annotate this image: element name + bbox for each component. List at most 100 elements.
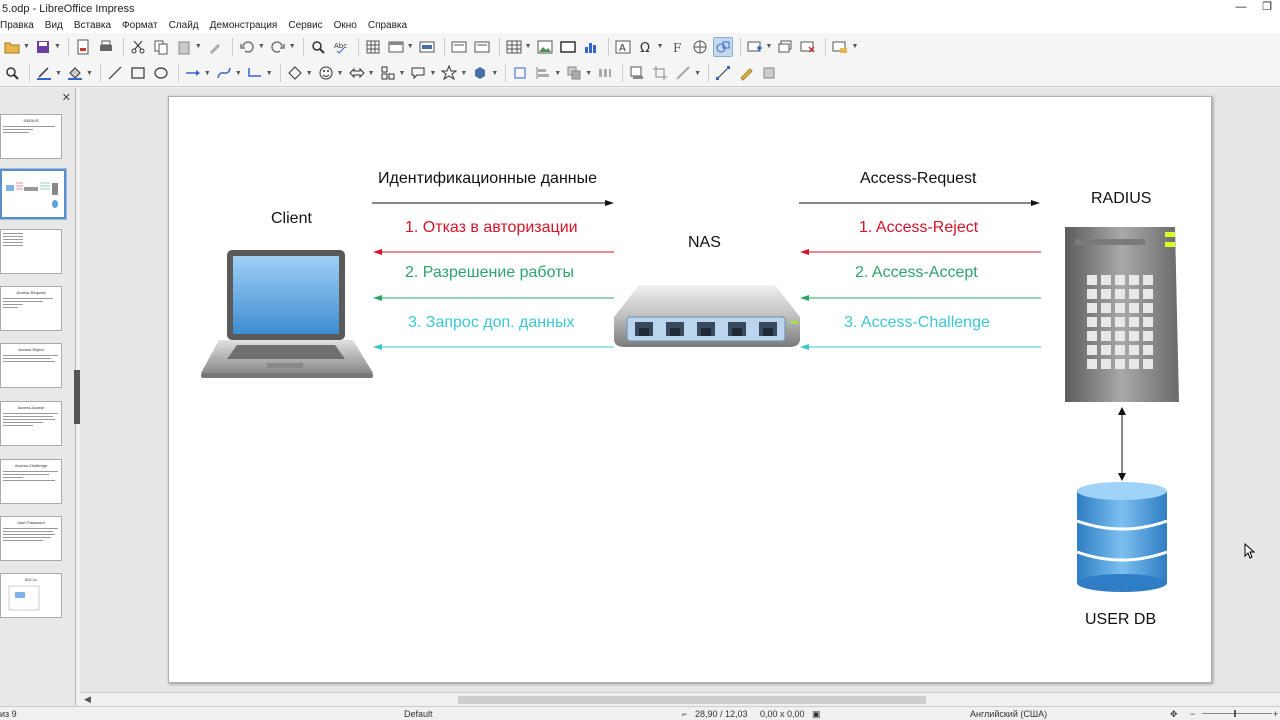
close-pane-icon[interactable]: ✕ [62,91,71,104]
3d-objects-icon[interactable] [470,63,490,83]
arrange-icon[interactable] [564,63,584,83]
duplicate-slide-icon[interactable] [472,37,492,57]
slide-thumbnail-1[interactable]: RADIUS [0,114,62,159]
slide-canvas[interactable]: Client NAS RADIUS USER DB Идентификацион… [168,96,1212,683]
right-top-message: Access-Request [860,170,977,187]
redo-icon[interactable] [268,37,288,57]
zoom-slider[interactable] [1202,713,1272,714]
slide-thumbnail-2[interactable] [0,168,67,220]
flowchart-icon[interactable] [378,63,398,83]
language-status[interactable]: Английский (США) [970,709,1047,719]
stars-icon[interactable] [439,63,459,83]
start-slideshow-icon[interactable] [745,37,765,57]
rectangle-tool-icon[interactable] [128,63,148,83]
new-slide-icon[interactable] [449,37,469,57]
fontwork-icon[interactable]: F [667,37,687,57]
show-draw-functions-icon[interactable] [712,36,733,57]
callout-icon[interactable] [408,63,428,83]
document-modified-icon[interactable]: ▣ [812,709,821,720]
copy-icon[interactable] [151,37,171,57]
slide-thumbnail-3[interactable] [0,229,62,274]
distribute-icon[interactable] [595,63,615,83]
menu-bar: Правка Вид Вставка Формат Слайд Демонстр… [0,17,1280,33]
zoom-slider-handle[interactable] [1234,710,1236,717]
textbox-icon[interactable]: A [613,37,633,57]
open-icon[interactable] [2,37,22,57]
find-replace-icon[interactable] [308,37,328,57]
glue-points-icon[interactable] [736,63,756,83]
save-icon[interactable] [33,37,53,57]
cut-icon[interactable] [128,37,148,57]
shadow-icon[interactable] [627,63,647,83]
spelling-icon[interactable]: Abc [331,37,351,57]
left-top-message: Идентификационные данные [378,170,598,187]
export-pdf-icon[interactable] [73,37,93,57]
display-views-icon[interactable] [386,37,406,57]
slide-count: из 9 [0,709,17,719]
media-icon[interactable] [558,37,578,57]
slide-thumbnail-4[interactable]: Access-Request [0,286,62,331]
master-slide-icon[interactable] [417,37,437,57]
curve-tool-icon[interactable] [214,63,234,83]
restore-button[interactable]: ❐ [1254,0,1280,15]
object-size: 0,00 x 0,00 [760,709,805,719]
toggle-extrusion-icon[interactable] [759,63,779,83]
slide-thumbnail-8[interactable]: User-Password [0,516,62,561]
slide-layout-name[interactable]: Default [404,709,433,719]
scrollbar-thumb[interactable] [458,696,926,704]
slide-thumbnail-7[interactable]: Access-Challenge [0,459,62,504]
zoom-out-icon[interactable]: − [1190,709,1195,719]
basic-shapes-icon[interactable] [285,63,305,83]
arrow-line-icon[interactable] [183,63,203,83]
router-icon [614,285,800,347]
menu-slideshow[interactable]: Демонстрация [210,20,278,31]
zoom-in-icon[interactable]: + [1273,709,1278,719]
slide-thumbnail-5[interactable]: Access-Reject [0,343,62,388]
rotate-icon[interactable] [510,63,530,83]
fit-slide-icon[interactable]: ✥ [1170,709,1178,720]
right-message-2: 2. Access-Accept [855,264,978,281]
slide-layout-icon[interactable] [830,37,850,57]
slide-thumbnail-9[interactable]: 802.1x [0,573,62,618]
connector-icon[interactable] [245,63,265,83]
right-message-1: 1. Access-Reject [859,219,979,236]
undo-icon[interactable] [237,37,257,57]
menu-insert[interactable]: Вставка [74,20,111,31]
menu-format[interactable]: Формат [122,20,158,31]
horizontal-scrollbar[interactable]: ◀ [80,692,1280,706]
fill-color-icon[interactable] [65,63,85,83]
paste-icon[interactable] [174,37,194,57]
menu-view[interactable]: Вид [45,20,63,31]
align-icon[interactable] [533,63,553,83]
menu-help[interactable]: Справка [368,20,407,31]
special-character-icon[interactable]: Ω [636,37,656,57]
clone-format-icon[interactable] [205,37,225,57]
nas-label: NAS [688,234,721,251]
menu-slide[interactable]: Слайд [169,20,199,31]
filter-icon[interactable] [673,63,693,83]
menu-edit[interactable]: Правка [0,20,34,31]
crop-icon[interactable] [650,63,670,83]
hyperlink-icon[interactable] [690,37,710,57]
symbol-shapes-icon[interactable] [316,63,336,83]
image-icon[interactable] [535,37,555,57]
scroll-left-icon[interactable]: ◀ [84,694,91,705]
line-color-icon[interactable] [34,63,54,83]
diagram [201,200,1179,592]
table-icon[interactable] [504,37,524,57]
menu-tools[interactable]: Сервис [288,20,322,31]
slide-pane: ✕ RADIUS Access-Request Access-Reject Ac… [0,88,76,706]
zoom-icon[interactable] [2,63,22,83]
line-tool-icon[interactable] [105,63,125,83]
delete-slide-icon[interactable] [798,37,818,57]
print-icon[interactable] [96,37,116,57]
slide-from-current-icon[interactable] [775,37,795,57]
minimize-button[interactable]: — [1228,0,1254,15]
menu-window[interactable]: Окно [334,20,357,31]
block-arrows-icon[interactable] [347,63,367,83]
grid-icon[interactable] [363,37,383,57]
chart-icon[interactable] [581,37,601,57]
slide-thumbnail-6[interactable]: Access-Accept [0,401,62,446]
points-icon[interactable] [713,63,733,83]
ellipse-tool-icon[interactable] [151,63,171,83]
